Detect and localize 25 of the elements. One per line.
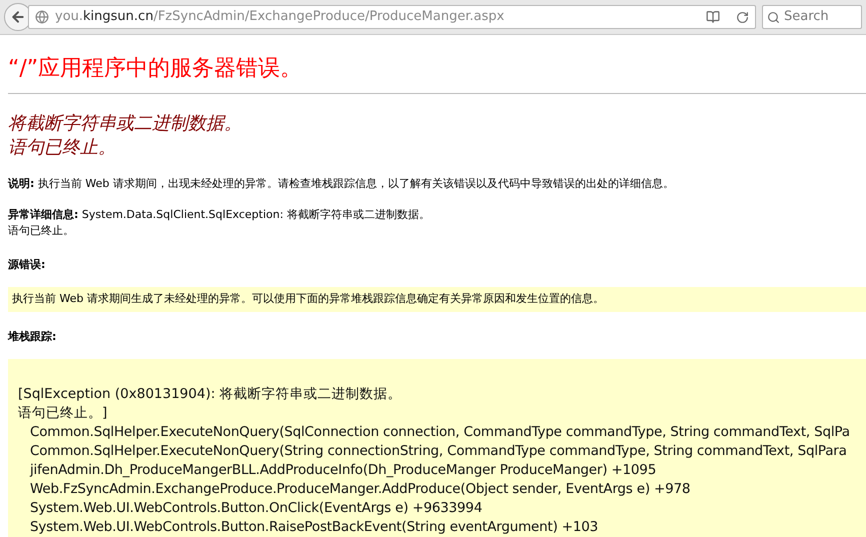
url-field[interactable]: you.kingsun.cn/FzSyncAdmin/ExchangeProduce/ProduceManger.aspx: [28, 5, 756, 29]
exception-header-line: 语句已终止。]: [18, 404, 108, 423]
stack-trace-label: 堆栈跟踪:: [8, 328, 58, 344]
search-field[interactable]: Search: [762, 5, 862, 29]
stack-frame-line: Web.FzSyncAdmin.ExchangeProduce.ProduceManger.AddProduce(Object sender, EventArgs e) +978: [29, 480, 692, 499]
reader-view-icon[interactable]: [706, 10, 720, 24]
description-text: 说明: 执行当前 Web 请求期间，出现未经处理的异常。请检查堆栈跟踪信息，以了解有关该错误以及代码中导致错误的出处的详细信息。: [8, 176, 675, 192]
stack-frame-line: System.Web.UI.WebControls.Button.RaisePostBackEvent(String eventArgument) +103: [29, 518, 600, 537]
globe-icon: [35, 10, 49, 24]
exception-details-text: 语句已终止。: [8, 223, 75, 239]
stack-frame-line: Common.SqlHelper.ExecuteNonQuery(SqlConnection connection, CommandType commandType, String commandText, SqlPa: [29, 423, 851, 442]
source-error-label: 源错误:: [8, 256, 46, 272]
exception-header-line: [SqlException (0x80131904): 将截断字符串或二进制数据。: [18, 385, 403, 404]
page-title: “/”应用程序中的服务器错误。: [8, 55, 304, 83]
stack-frame-line: jifenAdmin.Dh_ProduceMangerBLL.AddProduceInfo(Dh_ProduceManger ProduceManger) +1095: [28, 461, 658, 480]
exception-details-text: 异常详细信息: System.Data.SqlClient.SqlException: 将截断字符串或二进制数据。: [8, 206, 431, 222]
url-text: you.kingsun.cn/FzSyncAdmin/ExchangeProduce/ProduceManger.aspx: [55, 8, 506, 26]
error-heading: 语句已终止。: [8, 136, 117, 160]
stack-frame-line: Common.SqlHelper.ExecuteNonQuery(String connectionString, CommandType commandType, String commandText, SqlPara: [29, 442, 848, 461]
search-input[interactable]: Search: [784, 7, 854, 27]
reload-icon[interactable]: [736, 10, 749, 24]
source-error-message: 执行当前 Web 请求期间生成了未经处理的异常。可以使用下面的异常堆栈跟踪信息确定有关异常原因和发生位置的信息。: [8, 287, 866, 312]
error-heading: 将截断字符串或二进制数据。: [8, 112, 243, 136]
search-icon: [767, 10, 780, 24]
stack-frame-line: System.Web.UI.WebControls.Button.OnClick(EventArgs e) +9633994: [29, 499, 484, 518]
